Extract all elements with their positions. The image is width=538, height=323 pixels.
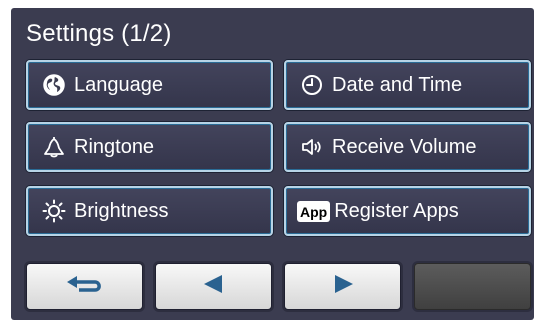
ringtone-button[interactable]: Ringtone xyxy=(26,122,273,172)
register-apps-label: Register Apps xyxy=(334,199,459,222)
bell-icon xyxy=(42,135,66,159)
app-icon: App xyxy=(297,200,331,222)
receive-volume-label: Receive Volume xyxy=(332,135,477,158)
previous-page-button[interactable] xyxy=(155,263,272,310)
triangle-right-icon xyxy=(331,274,355,299)
clock-icon xyxy=(300,73,324,97)
brightness-button[interactable]: Brightness xyxy=(26,186,273,236)
brightness-label: Brightness xyxy=(74,199,169,222)
ringtone-label: Ringtone xyxy=(74,135,155,158)
page-title: Settings (1/2) xyxy=(26,20,172,47)
globe-icon xyxy=(42,73,66,97)
register-apps-button[interactable]: App Register Apps xyxy=(284,186,531,236)
language-label: Language xyxy=(74,73,163,96)
sun-icon xyxy=(42,199,66,223)
date-and-time-label: Date and Time xyxy=(332,73,463,96)
receive-volume-button[interactable]: Receive Volume xyxy=(284,122,531,172)
disabled-nav-button xyxy=(414,263,531,310)
date-and-time-button[interactable]: Date and Time xyxy=(284,60,531,110)
triangle-left-icon xyxy=(202,274,226,299)
speaker-volume-icon xyxy=(300,135,324,159)
back-button[interactable] xyxy=(26,263,143,310)
next-page-button[interactable] xyxy=(284,263,401,310)
return-arrow-icon xyxy=(63,273,107,300)
language-button[interactable]: Language xyxy=(26,60,273,110)
settings-screen: Settings (1/2) Language Date and Time Ri… xyxy=(11,8,534,320)
